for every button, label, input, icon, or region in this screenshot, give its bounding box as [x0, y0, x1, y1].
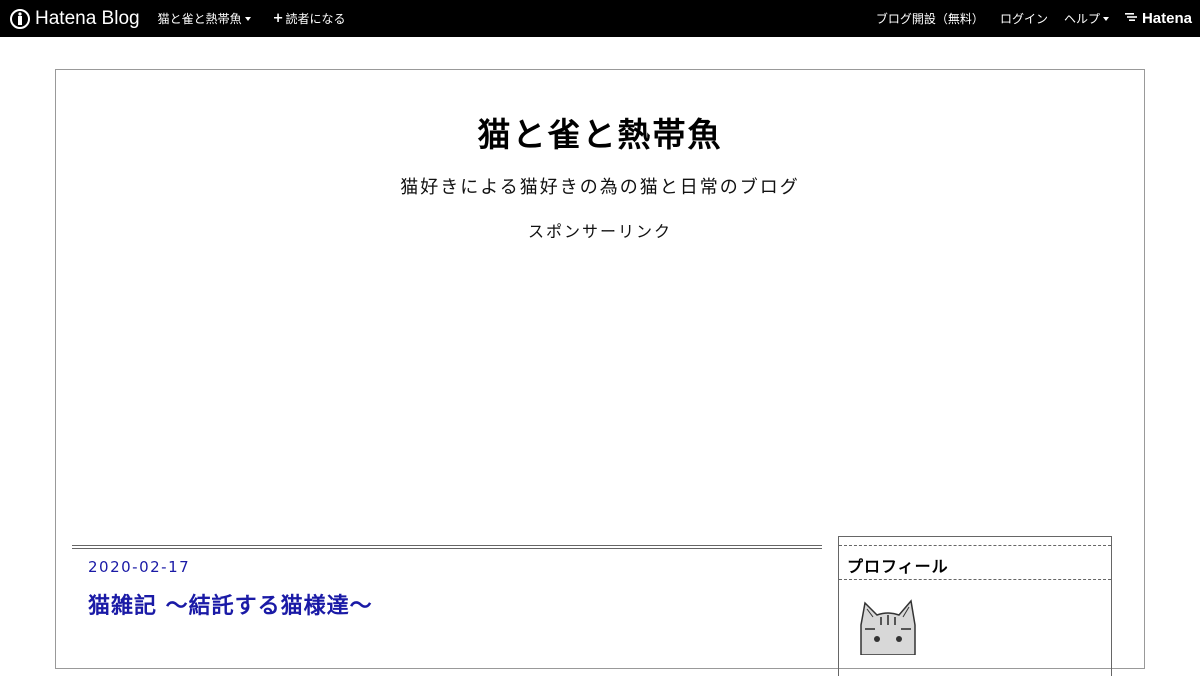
- article-date[interactable]: 2020-02-17: [88, 558, 190, 576]
- blog-menu-dropdown[interactable]: 猫と雀と熱帯魚: [158, 10, 251, 27]
- hatena-blog-logo-icon: [10, 8, 30, 29]
- blog-description: 猫好きによる猫好きの為の猫と日常のブログ: [400, 177, 800, 198]
- blog-menu-label: 猫と雀と熱帯魚: [157, 12, 242, 26]
- open-blog-link[interactable]: ブログ開設（無料）: [876, 10, 984, 27]
- help-dropdown[interactable]: ヘルプ: [1064, 10, 1109, 27]
- hatena-topbar: Hatena Blog 猫と雀と熱帯魚 + 読者になる ブログ開設（無料） ログ…: [0, 0, 1200, 37]
- article-divider: [72, 545, 822, 549]
- sponsor-label: スポンサーリンク: [527, 222, 672, 241]
- hatena-brand-label: Hatena: [1141, 10, 1192, 27]
- logo-text: Hatena Blog: [35, 7, 140, 29]
- blog-container: 猫と雀と熱帯魚 猫好きによる猫好きの為の猫と日常のブログ スポンサーリンク 20…: [55, 69, 1145, 676]
- blog-title[interactable]: 猫と雀と熱帯魚: [56, 108, 1144, 156]
- hatena-brand-link[interactable]: Hatena: [1124, 10, 1192, 27]
- hatena-brand-icon: [1124, 12, 1139, 25]
- login-link[interactable]: ログイン: [1000, 10, 1048, 27]
- subscribe-label: 読者になる: [285, 12, 346, 26]
- subscribe-button[interactable]: + 読者になる: [273, 10, 346, 27]
- profile-title: プロフィール: [847, 557, 949, 576]
- ad-space: [72, 250, 1128, 530]
- module-divider: [839, 545, 1111, 546]
- module-divider: [839, 579, 1111, 580]
- help-label: ヘルプ: [1063, 12, 1100, 26]
- hatena-blog-logo[interactable]: Hatena Blog: [10, 0, 140, 37]
- caret-down-icon: [1102, 16, 1109, 21]
- plus-icon: +: [272, 11, 284, 26]
- caret-down-icon: [244, 16, 251, 21]
- profile-module: プロフィール: [838, 536, 1112, 676]
- cat-avatar-icon[interactable]: [855, 595, 921, 656]
- article-title[interactable]: 猫雑記 ～結託する猫様達～: [88, 588, 373, 620]
